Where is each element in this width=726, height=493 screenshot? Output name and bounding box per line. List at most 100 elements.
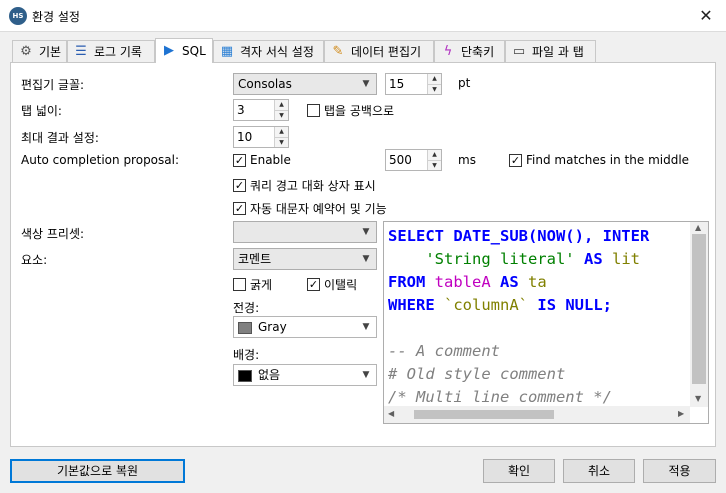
max-results-stepper[interactable]: 10 ▲ ▼ <box>233 126 289 148</box>
italic-checkbox[interactable]: ✓ 이탤릭 <box>307 276 357 293</box>
tab-label: SQL <box>182 44 206 58</box>
bold-checkbox[interactable]: 굵게 <box>233 276 272 293</box>
tab-width-value: 3 <box>237 103 245 117</box>
background-label: 배경: <box>233 348 260 362</box>
spin-down-icon[interactable]: ▼ <box>428 84 441 94</box>
auto-completion-enable-checkbox[interactable]: ✓ Enable <box>233 153 291 167</box>
tab-data-editor[interactable]: ✎ 데이터 편집기 <box>324 40 434 62</box>
delay-unit: ms <box>458 153 476 167</box>
scroll-left-icon[interactable]: ◀ <box>388 409 394 418</box>
title-bar: HS 환경 설정 ✕ <box>0 0 726 32</box>
list-icon: ☰ <box>75 43 87 59</box>
foreground-label: 전경: <box>233 301 260 315</box>
grid-icon: ▦ <box>220 43 234 59</box>
file-tab-icon: ▭ <box>512 43 526 59</box>
tab-shortcuts[interactable]: ϟ 단축키 <box>434 40 505 62</box>
chevron-down-icon: ▼ <box>362 322 370 332</box>
max-results-value: 10 <box>237 130 253 144</box>
code-identifier: `columnA` <box>444 296 529 314</box>
edit-icon: ✎ <box>332 43 344 59</box>
auto-uppercase-checkbox[interactable]: ✓ 자동 대문자 예약어 및 기능 <box>233 200 387 217</box>
tab-width-stepper[interactable]: 3 ▲ ▼ <box>233 99 289 121</box>
query-warning-checkbox[interactable]: ✓ 쿼리 경고 대화 상자 표시 <box>233 177 376 194</box>
auto-completion-label: Auto completion proposal: <box>21 153 180 167</box>
tab-general[interactable]: ⚙ 기본 <box>12 40 67 62</box>
spin-down-icon[interactable]: ▼ <box>275 110 288 120</box>
tab-label: 로그 기록 <box>94 45 142 59</box>
find-matches-checkbox[interactable]: ✓ Find matches in the middle <box>509 153 689 167</box>
lightning-icon: ϟ <box>443 43 453 59</box>
spin-up-icon[interactable]: ▲ <box>428 150 441 160</box>
tab-files-and-tabs[interactable]: ▭ 파일 과 탭 <box>505 40 596 62</box>
tab-label: 단축키 <box>461 45 495 59</box>
editor-font-select[interactable]: Consolas ▼ <box>233 73 377 95</box>
code-identifier: ta <box>528 273 547 291</box>
chevron-down-icon: ▼ <box>362 254 370 264</box>
check-icon: ✓ <box>307 278 320 291</box>
scroll-thumb[interactable] <box>692 234 706 384</box>
color-preset-label: 색상 프리셋: <box>21 227 85 241</box>
scroll-down-icon[interactable]: ▼ <box>695 394 701 403</box>
tab-strip: ⚙ 기본 ☰ 로그 기록 ▶ SQL ▦ 격자 서식 설정 ✎ 데이터 편집기 … <box>0 38 726 63</box>
ok-button[interactable]: 확인 <box>483 459 555 483</box>
query-warning-label: 쿼리 경고 대화 상자 표시 <box>250 179 376 193</box>
background-color-select[interactable]: 없음 ▼ <box>233 364 377 386</box>
spin-down-icon[interactable]: ▼ <box>275 137 288 147</box>
code-comment: /* Multi line comment */ <box>388 388 612 406</box>
enable-label: Enable <box>250 153 291 167</box>
completion-delay-value: 500 <box>389 153 412 167</box>
cancel-button[interactable]: 취소 <box>563 459 635 483</box>
code-keyword: FROM <box>388 273 426 291</box>
spin-up-icon[interactable]: ▲ <box>275 127 288 137</box>
sql-preview[interactable]: SELECT DATE_SUB(NOW(), INTER 'String lit… <box>383 221 709 424</box>
font-size-stepper[interactable]: 15 ▲ ▼ <box>385 73 442 95</box>
check-icon: ✓ <box>233 179 246 192</box>
close-button[interactable]: ✕ <box>686 0 726 32</box>
editor-font-label: 편집기 글꼴: <box>21 78 85 92</box>
element-label: 요소: <box>21 253 48 267</box>
chevron-down-icon: ▼ <box>362 370 370 380</box>
sql-preview-code: SELECT DATE_SUB(NOW(), INTER 'String lit… <box>388 225 649 409</box>
code-keyword: SELECT DATE_SUB(NOW(), INTER <box>388 227 650 245</box>
gear-icon: ⚙ <box>20 43 32 59</box>
element-select[interactable]: 코멘트 ▼ <box>233 248 377 270</box>
background-value: 없음 <box>258 368 281 382</box>
code-keyword: AS <box>583 250 603 268</box>
horizontal-scrollbar[interactable]: ◀ ▶ <box>384 406 690 423</box>
font-size-unit: pt <box>458 76 471 90</box>
chevron-down-icon: ▼ <box>362 79 370 89</box>
bold-label: 굵게 <box>250 278 273 292</box>
tab-grid-format[interactable]: ▦ 격자 서식 설정 <box>213 40 324 62</box>
apply-button[interactable]: 적용 <box>643 459 716 483</box>
color-preset-select[interactable]: ▼ <box>233 221 377 243</box>
check-icon: ✓ <box>233 153 246 167</box>
code-string: 'String literal' <box>425 250 575 268</box>
code-keyword: IS NULL; <box>537 296 613 314</box>
code-comment: -- A comment <box>388 342 500 360</box>
tab-label: 격자 서식 설정 <box>240 45 314 59</box>
scroll-up-icon[interactable]: ▲ <box>695 223 701 232</box>
check-icon: ✓ <box>509 153 522 167</box>
foreground-color-select[interactable]: Gray ▼ <box>233 316 377 338</box>
find-matches-label: Find matches in the middle <box>526 153 690 167</box>
spin-up-icon[interactable]: ▲ <box>275 100 288 110</box>
tabs-as-spaces-label: 탭을 공백으로 <box>324 104 395 118</box>
foreground-value: Gray <box>258 320 287 334</box>
code-identifier: lit <box>612 250 640 268</box>
window-title: 환경 설정 <box>32 10 80 24</box>
spin-up-icon[interactable]: ▲ <box>428 74 441 84</box>
element-value: 코멘트 <box>238 252 272 266</box>
color-swatch <box>238 321 252 334</box>
tabs-as-spaces-checkbox[interactable]: 탭을 공백으로 <box>307 102 394 119</box>
vertical-scrollbar[interactable]: ▲ ▼ <box>690 222 708 407</box>
max-results-label: 최대 결과 설정: <box>21 131 99 145</box>
reset-defaults-button[interactable]: 기본값으로 복원 <box>10 459 185 483</box>
italic-label: 이탤릭 <box>324 278 358 292</box>
completion-delay-stepper[interactable]: 500 ▲ ▼ <box>385 149 442 171</box>
spin-down-icon[interactable]: ▼ <box>428 160 441 170</box>
scroll-right-icon[interactable]: ▶ <box>678 409 684 418</box>
tab-label: 기본 <box>39 45 62 59</box>
scroll-thumb[interactable] <box>414 410 554 419</box>
tab-sql[interactable]: ▶ SQL <box>155 38 213 63</box>
tab-logging[interactable]: ☰ 로그 기록 <box>67 40 155 62</box>
